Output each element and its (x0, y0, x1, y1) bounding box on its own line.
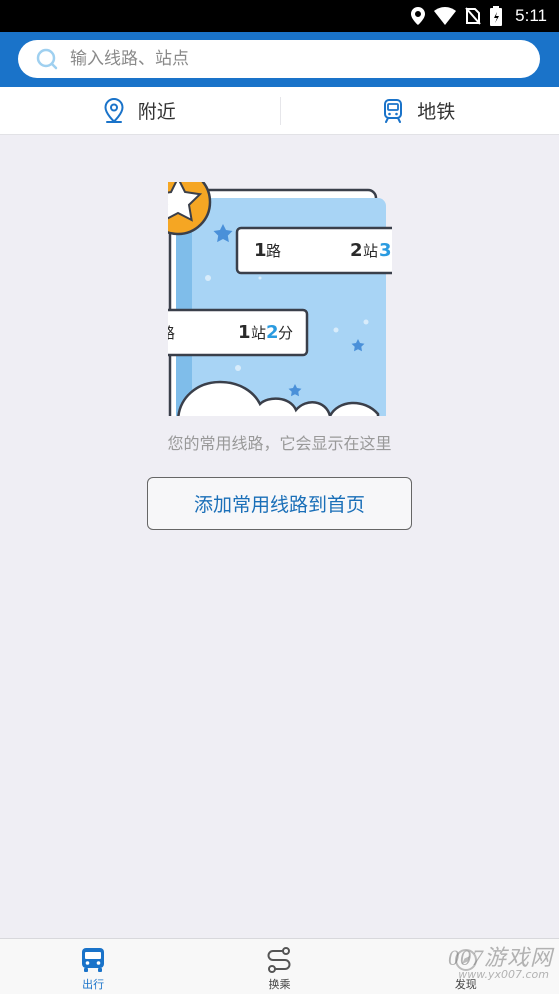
header (0, 32, 559, 87)
card-top-line-unit: 路 (266, 242, 281, 260)
empty-state-illustration: 1 路 2 站 3 路 1 站 2 分 (168, 182, 392, 416)
status-bar: 5:11 (0, 0, 559, 32)
tab-subway[interactable]: 地铁 (279, 87, 559, 134)
empty-state-message: 您的常用线路，它会显示在这里 (167, 434, 392, 453)
tab-nearby[interactable]: 附近 (0, 87, 280, 134)
status-time: 5:11 (515, 6, 547, 25)
no-sim-icon (465, 7, 481, 25)
subway-icon (384, 98, 403, 123)
nav-item-travel[interactable]: 出行 (0, 939, 186, 994)
location-icon (411, 7, 426, 25)
search-input[interactable] (70, 40, 510, 78)
search-icon (36, 48, 58, 70)
card-bottom-minutes: 2 (266, 322, 279, 343)
card-bottom-prefix: 路 (168, 324, 175, 342)
transfer-icon (268, 947, 291, 973)
card-top-stops: 2 (350, 240, 363, 261)
card-bottom-stops-unit: 站 (251, 324, 266, 342)
card-bottom-minutes-unit: 分 (278, 324, 293, 342)
bus-icon (82, 948, 105, 972)
tab-subway-label: 地铁 (417, 101, 456, 123)
nav-label-travel: 出行 (82, 978, 105, 991)
battery-icon (490, 6, 503, 26)
nav-label-transfer: 换乘 (268, 978, 291, 991)
status-icons: 5:11 (411, 4, 547, 28)
card-top-stops-unit: 站 (363, 242, 378, 260)
nav-item-transfer[interactable]: 换乘 (186, 939, 372, 994)
card-top-line-number: 1 (254, 240, 267, 261)
watermark-url: www.yx007.com (458, 968, 549, 981)
location-pin-icon (104, 97, 124, 123)
search-box[interactable] (18, 40, 540, 78)
card-bottom-stops: 1 (238, 322, 251, 343)
tab-nearby-label: 附近 (137, 101, 176, 123)
wifi-icon (434, 7, 457, 25)
card-top-minutes: 3 (379, 240, 392, 261)
tab-bar: 附近 地铁 (0, 87, 559, 135)
add-favorite-route-button[interactable]: 添加常用线路到首页 (147, 477, 412, 530)
